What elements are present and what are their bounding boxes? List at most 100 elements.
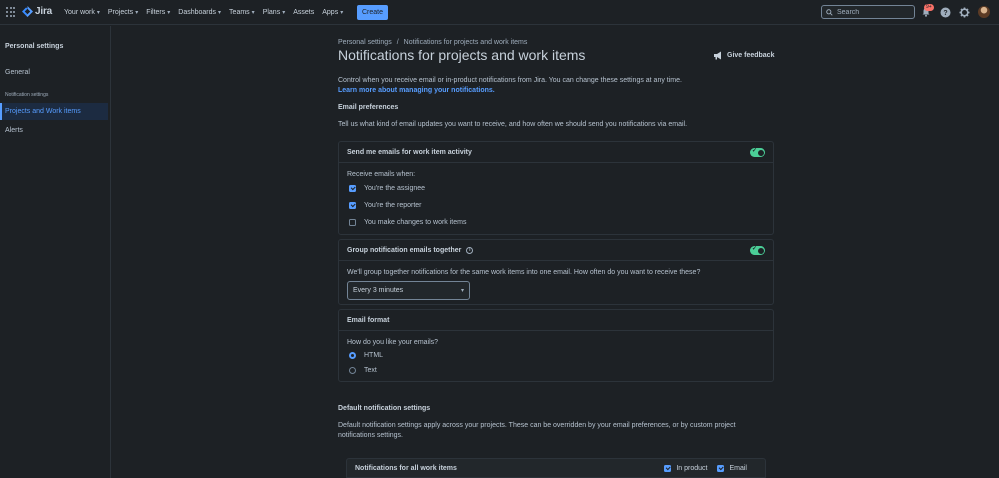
group-card-body: We'll group together notifications for t…: [339, 261, 773, 306]
top-navigation: Jira Your work ▾ Projects ▾ Filters ▾ Dashb…: [0, 0, 999, 25]
format-option-html[interactable]: HTML: [347, 348, 765, 363]
sidebar-item-general[interactable]: General: [0, 64, 108, 81]
chevron-down-icon: ▾: [218, 10, 222, 16]
frequency-value: Every 3 minutes: [353, 287, 404, 294]
breadcrumb-separator: /: [396, 39, 399, 46]
all-work-items-row: Notifications for all work items In prod…: [346, 458, 766, 478]
format-card-header: Email format: [339, 310, 773, 331]
check-icon: ✓: [752, 148, 758, 154]
jira-logo-icon: [22, 6, 33, 17]
send-emails-card-header: Send me emails for work item activity ✓: [339, 142, 773, 163]
chevron-down-icon: ▾: [282, 10, 286, 16]
format-question: How do you like your emails?: [347, 338, 439, 346]
nav-plans[interactable]: Plans ▾: [259, 9, 290, 16]
option-assignee[interactable]: You're the assignee: [347, 180, 765, 197]
text-radio[interactable]: [349, 367, 356, 374]
option-label: Text: [364, 367, 377, 374]
in-product-option[interactable]: In product: [664, 464, 708, 472]
apps-grid-icon[interactable]: [6, 7, 16, 17]
group-notifications-card: Group notification emails together i ✓ W…: [338, 239, 774, 305]
option-label: You're the reporter: [364, 202, 422, 209]
send-emails-card-body: Receive emails when: You're the assignee…: [339, 163, 773, 237]
nav-assets[interactable]: Assets: [289, 9, 318, 16]
format-title: Email format: [347, 316, 390, 324]
check-icon: ✓: [752, 246, 758, 252]
chevron-down-icon: ▾: [460, 288, 464, 294]
chevron-down-icon: ▾: [135, 10, 139, 16]
create-button[interactable]: Create: [357, 5, 388, 20]
all-items-title: Notifications for all work items: [355, 464, 457, 472]
sidebar-item-alerts[interactable]: Alerts: [0, 122, 108, 139]
changes-checkbox[interactable]: [349, 219, 356, 226]
gear-icon[interactable]: [958, 6, 970, 18]
nav-apps[interactable]: Apps ▾: [318, 9, 347, 16]
nav-dashboards[interactable]: Dashboards ▾: [174, 9, 225, 16]
info-icon[interactable]: i: [466, 246, 474, 254]
frequency-select[interactable]: Every 3 minutes ▾: [347, 281, 470, 300]
default-settings-heading: Default notification settings: [338, 405, 431, 412]
channel-checkboxes: In product Email: [664, 464, 747, 472]
nav-label: Filters: [146, 9, 166, 16]
html-radio[interactable]: [349, 352, 356, 359]
in-product-checkbox[interactable]: [664, 464, 672, 472]
logo-text: Jira: [35, 6, 52, 17]
in-product-label: In product: [676, 464, 708, 472]
intro-paragraph: Control when you receive email or in-pro…: [338, 77, 682, 84]
receive-label: Receive emails when:: [347, 170, 416, 178]
breadcrumb: Personal settings / Notifications for pr…: [338, 39, 527, 46]
email-option[interactable]: Email: [717, 464, 747, 472]
nav-label: Assets: [293, 9, 315, 16]
default-settings-description: Default notification settings apply acro…: [338, 422, 736, 439]
nav-your-work[interactable]: Your work ▾: [60, 9, 104, 16]
send-emails-toggle[interactable]: ✓: [750, 148, 765, 157]
help-icon[interactable]: ?: [939, 6, 951, 18]
search-input[interactable]: [837, 8, 907, 16]
sidebar-item-projects-and-work-items[interactable]: Projects and Work items: [0, 103, 108, 120]
email-preferences-description: Tell us what kind of email updates you w…: [338, 121, 688, 128]
option-changes[interactable]: You make changes to work items: [347, 214, 765, 231]
email-preferences-heading: Email preferences: [338, 104, 399, 111]
nav-label: Plans: [262, 9, 281, 16]
search-icon: [826, 8, 833, 16]
learn-more-link[interactable]: Learn more about managing your notificat…: [338, 86, 682, 96]
group-card-header: Group notification emails together i ✓: [339, 240, 773, 261]
give-feedback-button[interactable]: Give feedback: [713, 51, 774, 60]
nav-label: Dashboards: [178, 9, 217, 16]
nav-label: Your work: [64, 9, 95, 16]
email-checkbox[interactable]: [717, 464, 725, 472]
chevron-down-icon: ▾: [96, 10, 100, 16]
option-reporter[interactable]: You're the reporter: [347, 197, 765, 214]
help-icon-svg: ?: [940, 7, 950, 17]
page-title: Notifications for projects and work item…: [338, 47, 586, 63]
chevron-down-icon: ▾: [251, 10, 255, 16]
nav-teams[interactable]: Teams ▾: [225, 9, 259, 16]
send-emails-card: Send me emails for work item activity ✓ …: [338, 141, 774, 235]
group-question: We'll group together notifications for t…: [347, 268, 701, 276]
breadcrumb-current[interactable]: Notifications for projects and work item…: [404, 39, 528, 46]
reporter-checkbox[interactable]: [349, 202, 356, 209]
nav-filters[interactable]: Filters ▾: [142, 9, 174, 16]
avatar[interactable]: [978, 6, 990, 18]
option-label: HTML: [364, 352, 384, 359]
send-emails-title: Send me emails for work item activity: [347, 148, 472, 156]
assignee-checkbox[interactable]: [349, 185, 356, 192]
email-label: Email: [729, 464, 747, 472]
notification-badge: 9+: [924, 4, 934, 11]
search-box[interactable]: [821, 5, 915, 19]
primary-nav: Your work ▾ Projects ▾ Filters ▾ Dashboards…: [60, 0, 347, 25]
chevron-down-icon: ▾: [340, 10, 344, 16]
group-title: Group notification emails together: [347, 246, 462, 254]
sidebar: Personal settings General Notification s…: [0, 26, 111, 478]
email-format-card: Email format How do you like your emails…: [338, 309, 774, 382]
nav-label: Projects: [107, 9, 134, 16]
option-label: You're the assignee: [364, 185, 426, 192]
jira-logo[interactable]: Jira: [22, 6, 52, 17]
format-option-text[interactable]: Text: [347, 363, 765, 378]
sidebar-title: Personal settings: [5, 43, 64, 50]
nav-projects[interactable]: Projects ▾: [104, 9, 142, 16]
group-toggle[interactable]: ✓: [750, 246, 765, 255]
intro-text: Control when you receive email or in-pro…: [338, 76, 682, 96]
breadcrumb-root[interactable]: Personal settings: [338, 39, 392, 46]
nav-label: Teams: [229, 9, 250, 16]
megaphone-icon: [714, 51, 721, 60]
